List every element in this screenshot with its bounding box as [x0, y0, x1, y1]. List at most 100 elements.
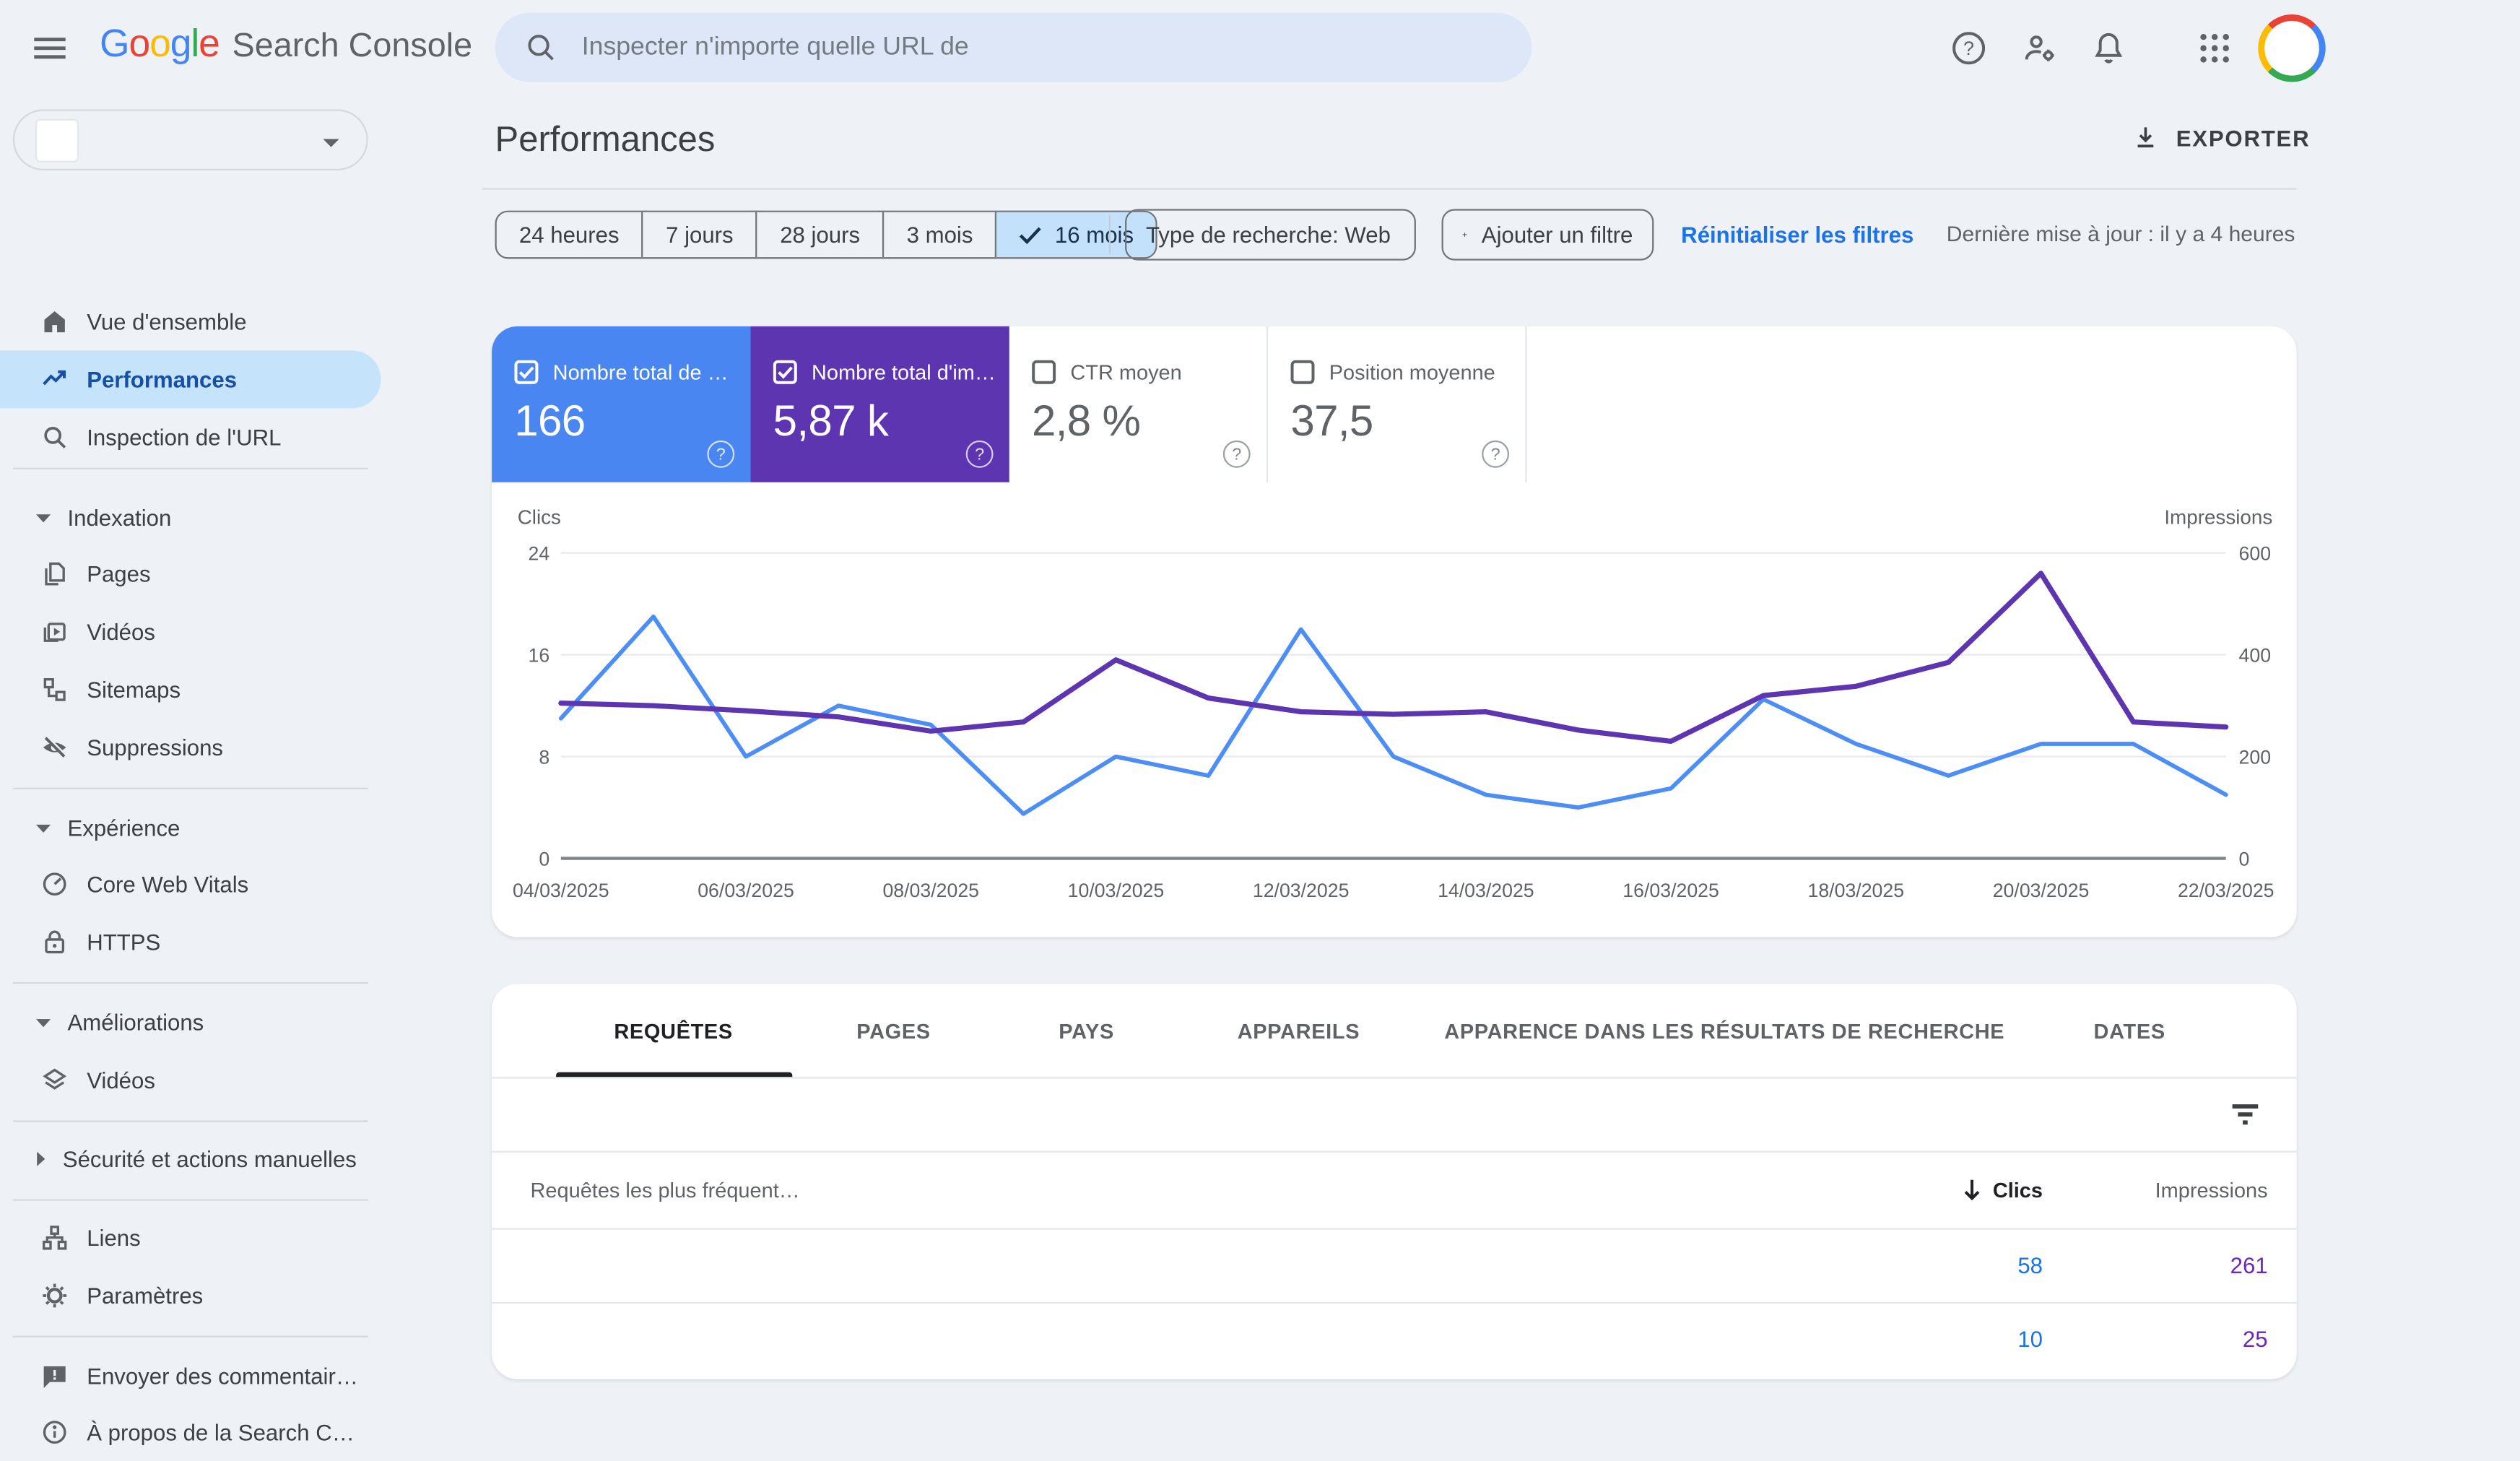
pages-copy-icon: [40, 560, 69, 589]
sidebar-item-https[interactable]: HTTPS: [0, 913, 381, 971]
reset-filters-link[interactable]: Réinitialiser les filtres: [1681, 222, 1913, 248]
sidebar-item-overview[interactable]: Vue d'ensemble: [0, 292, 381, 350]
video-icon: [40, 617, 69, 646]
layers-icon: [40, 1066, 69, 1095]
metric-average-position[interactable]: Position moyenne 37,5 ?: [1268, 326, 1526, 482]
app-logo[interactable]: Google Search Console: [100, 22, 472, 67]
sidebar-item-suppressions[interactable]: Suppressions: [0, 719, 381, 776]
url-inspect-searchbar[interactable]: [495, 13, 1532, 82]
left-axis-tick: 0: [539, 849, 549, 870]
sidebar-item-send-feedback[interactable]: Envoyer des commentair…: [0, 1347, 381, 1405]
clics-cell[interactable]: 58: [1850, 1228, 2043, 1302]
sidebar-divider: [13, 1336, 368, 1338]
property-favicon: [37, 121, 77, 161]
speedometer-icon: [40, 870, 69, 898]
clics-column-header[interactable]: Clics: [1850, 1151, 2043, 1228]
tab-requetes[interactable]: REQUÊTES: [614, 984, 733, 1077]
x-axis-date-label: 04/03/2025: [513, 880, 609, 901]
sidebar-item-about[interactable]: À propos de la Search C…: [0, 1403, 381, 1461]
x-axis-date-label: 12/03/2025: [1253, 880, 1350, 901]
tab-pages[interactable]: PAGES: [856, 984, 931, 1077]
sidebar-item-videos[interactable]: Vidéos: [0, 603, 381, 661]
sidebar-item-parametres[interactable]: Paramètres: [0, 1267, 381, 1325]
checkbox-checked-icon[interactable]: [514, 360, 538, 384]
sidebar-section-indexation[interactable]: Indexation: [0, 489, 381, 547]
search-icon: [524, 30, 558, 64]
chevron-down-icon: [321, 136, 341, 149]
help-icon[interactable]: ?: [1482, 441, 1509, 468]
impressions-column-header[interactable]: Impressions: [2091, 1151, 2268, 1228]
table-tabs: REQUÊTES PAGES PAYS APPAREILS APPARENCE …: [492, 984, 2297, 1077]
checkbox-checked-icon[interactable]: [773, 360, 797, 384]
left-axis-tick: 8: [539, 747, 549, 768]
help-icon[interactable]: ?: [1223, 441, 1251, 468]
checkbox-unchecked-icon[interactable]: [1290, 360, 1314, 384]
x-axis-date-label: 06/03/2025: [698, 880, 794, 901]
clics-cell[interactable]: 10: [1850, 1302, 2043, 1376]
table-row[interactable]: 10 25: [492, 1302, 2297, 1376]
sidebar: Vue d'ensemble Performances Inspection d…: [0, 97, 381, 1352]
left-axis-title: Clics: [518, 506, 561, 529]
search-icon: [40, 422, 69, 451]
logo-letter: e: [199, 22, 220, 66]
metric-average-ctr[interactable]: CTR moyen 2,8 % ?: [1009, 326, 1268, 482]
sidebar-divider: [13, 788, 368, 789]
help-icon[interactable]: ?: [1950, 29, 1988, 67]
gear-icon: [40, 1281, 69, 1310]
export-button[interactable]: EXPORTER: [2131, 123, 2310, 152]
query-column-header[interactable]: Requêtes les plus fréquent…: [531, 1151, 800, 1228]
sidebar-item-url-inspection[interactable]: Inspection de l'URL: [0, 408, 381, 466]
queries-table-card: REQUÊTES PAGES PAYS APPAREILS APPARENCE …: [492, 984, 2297, 1379]
header-divider: [482, 188, 2297, 189]
sidebar-item-videos-enhancement[interactable]: Vidéos: [0, 1052, 381, 1109]
sidebar-item-core-web-vitals[interactable]: Core Web Vitals: [0, 855, 381, 913]
help-icon[interactable]: ?: [966, 441, 994, 468]
tab-pays[interactable]: PAYS: [1059, 984, 1114, 1077]
right-axis-title: Impressions: [2164, 506, 2272, 529]
range-28-jours[interactable]: 28 jours: [756, 212, 882, 257]
range-7-jours[interactable]: 7 jours: [642, 212, 756, 257]
sidebar-divider: [13, 982, 368, 984]
x-axis-date-label: 16/03/2025: [1622, 880, 1719, 901]
avatar[interactable]: [2258, 14, 2325, 82]
search-input[interactable]: [578, 31, 1453, 64]
sidebar-item-liens[interactable]: Liens: [0, 1209, 381, 1267]
metric-total-impressions[interactable]: Nombre total d'im… 5,87 k ?: [750, 326, 1009, 482]
x-axis-date-label: 20/03/2025: [1993, 880, 2090, 901]
sidebar-divider: [13, 1120, 368, 1122]
sidebar-section-ameliorations[interactable]: Améliorations: [0, 994, 381, 1052]
search-type-dropdown[interactable]: Type de recherche: Web: [1125, 209, 1416, 260]
checkbox-unchecked-icon[interactable]: [1032, 360, 1056, 384]
notifications-bell-icon[interactable]: [2090, 29, 2128, 67]
help-icon[interactable]: ?: [707, 441, 734, 468]
range-3-mois[interactable]: 3 mois: [882, 212, 995, 257]
sidebar-item-performances[interactable]: Performances: [0, 350, 381, 408]
link-tree-icon: [40, 1223, 69, 1252]
tab-apparence[interactable]: APPARENCE DANS LES RÉSULTATS DE RECHERCH…: [1444, 984, 2004, 1077]
clicks-impressions-line-chart[interactable]: 0082001640024600ClicsImpressions04/03/20…: [492, 482, 2297, 937]
sidebar-section-security[interactable]: Sécurité et actions manuelles: [0, 1130, 381, 1188]
google-apps-grid-icon[interactable]: [2195, 29, 2233, 67]
left-axis-tick: 16: [529, 645, 550, 667]
tab-appareils[interactable]: APPAREILS: [1238, 984, 1360, 1077]
table-row[interactable]: 58 261: [492, 1228, 2297, 1302]
x-axis-date-label: 10/03/2025: [1068, 880, 1165, 901]
impressions-cell[interactable]: 261: [2091, 1228, 2268, 1302]
sidebar-section-experience[interactable]: Expérience: [0, 799, 381, 857]
table-header-row: Requêtes les plus fréquent… Clics Impres…: [492, 1151, 2297, 1228]
user-settings-icon[interactable]: [2020, 29, 2059, 67]
sidebar-item-pages[interactable]: Pages: [0, 545, 381, 603]
menu-icon[interactable]: [29, 27, 71, 69]
property-selector[interactable]: [13, 109, 368, 170]
filter-rows-icon[interactable]: [2226, 1095, 2264, 1133]
impressions-cell[interactable]: 25: [2091, 1302, 2268, 1376]
trending-up-icon: [40, 365, 69, 394]
left-axis-tick: 24: [529, 543, 550, 565]
range-24-heures[interactable]: 24 heures: [497, 212, 642, 257]
sidebar-divider: [13, 468, 368, 469]
sidebar-item-sitemaps[interactable]: Sitemaps: [0, 661, 381, 719]
add-filter-button[interactable]: Ajouter un filtre: [1442, 209, 1654, 260]
right-axis-tick: 0: [2239, 849, 2250, 870]
tab-dates[interactable]: DATES: [2094, 984, 2165, 1077]
metric-total-clicks[interactable]: Nombre total de c… 166 ?: [492, 326, 750, 482]
